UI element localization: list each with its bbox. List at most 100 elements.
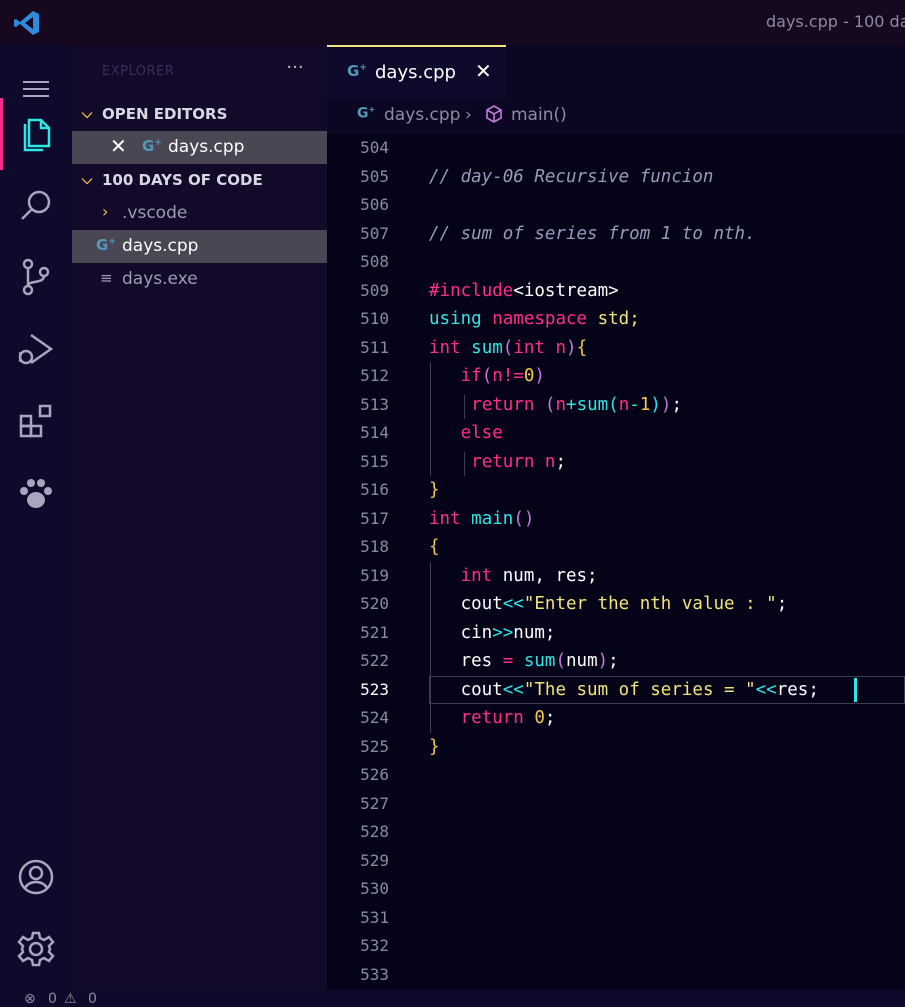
vscode-logo-icon [14, 11, 39, 35]
code-line[interactable]: 507 // sum of series from 1 to nth. [327, 220, 905, 249]
line-number: 517 [360, 508, 389, 528]
code-line[interactable]: 527 [327, 790, 905, 819]
code-token: >> [492, 622, 514, 643]
code-line[interactable]: 525} [327, 733, 905, 762]
folder-header[interactable]: ⌵ 100 DAYS OF CODE [72, 165, 327, 195]
code-text: return n; [429, 448, 566, 477]
code-text: // day-06 Recursive funcion [429, 163, 713, 192]
code-token: // sum of series from 1 to nth. [429, 223, 756, 244]
code-token: ) [597, 651, 609, 671]
code-line[interactable]: 524 return 0; [327, 704, 905, 733]
breadcrumb: G+ days.cpp › main() [327, 98, 905, 134]
code-line[interactable]: 516} [327, 476, 905, 505]
code-token: ( [544, 394, 556, 415]
line-number: 525 [360, 736, 389, 756]
line-number: 506 [360, 195, 389, 214]
code-line[interactable]: 511 int sum(int n){ [327, 334, 905, 363]
line-number: 532 [360, 936, 389, 955]
code-token: { [576, 337, 588, 358]
code-line[interactable]: 514 else [327, 419, 905, 448]
code-line[interactable]: 519 int num, res; [327, 562, 905, 591]
source-control-icon[interactable] [16, 257, 56, 297]
code-line[interactable]: 528 [327, 818, 905, 847]
code-token: include [439, 280, 514, 301]
close-icon[interactable]: ✕ [475, 59, 492, 83]
active-indicator [0, 98, 3, 170]
more-actions-icon[interactable]: ··· [282, 57, 308, 79]
explorer-icon[interactable] [16, 113, 56, 153]
breadcrumb-file[interactable]: days.cpp [384, 105, 460, 125]
code-line[interactable]: 515 return n; [327, 448, 905, 477]
close-icon[interactable]: ✕ [110, 134, 127, 158]
breadcrumb-symbol[interactable]: main() [511, 105, 567, 125]
account-icon[interactable] [16, 857, 56, 897]
open-editors-label: OPEN EDITORS [102, 105, 228, 123]
tree-item-days-cpp[interactable]: G+ days.cpp [72, 230, 327, 263]
line-number: 531 [360, 907, 389, 927]
code-editor[interactable]: 504 505 // day-06 Recursive funcion 506 507 /… [327, 134, 905, 990]
code-line[interactable]: 520 cout<<"Enter the nth value : "; [327, 590, 905, 619]
indent-guide [464, 394, 465, 419]
code-line[interactable]: 508 [327, 248, 905, 277]
error-icon[interactable]: ⊗ [24, 991, 36, 1007]
extensions-icon[interactable] [16, 401, 56, 441]
tree-item-days-exe[interactable]: ≡ days.exe [72, 263, 327, 296]
code-token: std; [597, 309, 640, 329]
code-line[interactable]: 530 [327, 875, 905, 904]
code-token: namespace [492, 309, 588, 329]
line-number: 526 [360, 765, 389, 784]
menu-icon[interactable] [16, 69, 56, 109]
code-line[interactable]: 513 return (n+sum(n-1)); [327, 391, 905, 420]
code-line[interactable]: 521 cin>>num; [327, 619, 905, 648]
indent-guide [430, 561, 431, 733]
run-debug-icon[interactable] [16, 329, 56, 369]
code-token: else [460, 423, 503, 443]
line-number: 507 [360, 223, 389, 243]
code-line[interactable]: 531 [327, 904, 905, 933]
chevron-down-icon: ⌵ [81, 172, 93, 188]
tab-days-cpp[interactable]: G+ days.cpp ✕ [327, 45, 506, 98]
code-line[interactable]: 533 [327, 961, 905, 990]
warning-icon[interactable]: ⚠ [64, 991, 77, 1007]
code-line[interactable]: 506 [327, 191, 905, 220]
code-text: else [429, 419, 503, 448]
code-token: using [429, 309, 482, 329]
search-icon[interactable] [16, 185, 56, 225]
paw-icon[interactable] [16, 473, 56, 513]
code-line[interactable]: 526 [327, 761, 905, 790]
code-token: sum [471, 337, 503, 358]
gear-icon[interactable] [16, 929, 56, 969]
code-line[interactable]: 510 using namespace std; [327, 305, 905, 334]
code-line[interactable]: 517 int main() [327, 505, 905, 534]
code-line[interactable]: 504 [327, 134, 905, 163]
open-editor-item[interactable]: ✕ G+ days.cpp [72, 131, 327, 164]
code-token: 0 [534, 708, 545, 728]
code-token: << [502, 679, 524, 700]
code-token: # [429, 280, 440, 301]
code-token: n [492, 366, 503, 386]
code-token: res; [776, 679, 819, 700]
code-line[interactable]: 532 [327, 932, 905, 961]
warning-count[interactable]: 0 [88, 991, 97, 1007]
code-text: } [429, 476, 440, 505]
code-line[interactable]: 512 if(n!=0) [327, 362, 905, 391]
error-count[interactable]: 0 [48, 991, 57, 1007]
code-token: << [502, 594, 524, 614]
code-token: ) [566, 337, 577, 358]
code-line[interactable]: 505 // day-06 Recursive funcion [327, 163, 905, 192]
code-line[interactable]: 522 res = sum(num); [327, 647, 905, 676]
open-editors-header[interactable]: ⌵ OPEN EDITORS [72, 99, 327, 129]
tree-item-vscode[interactable]: › .vscode [72, 197, 327, 230]
code-text: using namespace std; [429, 305, 640, 334]
code-line[interactable]: 523 cout<<"The sum of series = "<<res; [327, 675, 905, 705]
code-line[interactable]: 529 [327, 847, 905, 876]
line-number: 511 [360, 337, 389, 357]
code-token: ; [776, 594, 788, 614]
code-line[interactable]: 509 #include<iostream> [327, 277, 905, 306]
code-token: ; [555, 451, 567, 472]
tree-item-label: .vscode [122, 203, 188, 223]
code-line[interactable]: 518 { [327, 533, 905, 562]
